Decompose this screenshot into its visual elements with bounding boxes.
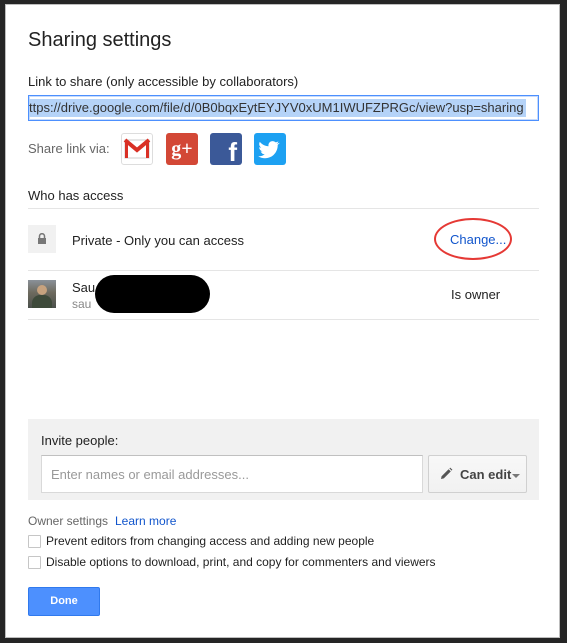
divider <box>28 270 539 271</box>
share-link-via-label: Share link via: <box>28 141 110 156</box>
prevent-editors-checkbox[interactable] <box>28 535 41 548</box>
permission-label: Can edit <box>460 467 512 482</box>
done-button[interactable]: Done <box>28 587 100 616</box>
invite-people-label: Invite people: <box>41 433 119 448</box>
sharing-settings-dialog: Sharing settings Link to share (only acc… <box>5 4 560 638</box>
facebook-icon[interactable]: f <box>210 133 242 165</box>
owner-email: sau <box>72 297 92 311</box>
share-link-url: ttps://drive.google.com/file/d/0B0bqxEyt… <box>29 99 526 117</box>
learn-more-link[interactable]: Learn more <box>115 514 176 528</box>
owner-settings-label: Owner settings <box>28 514 109 528</box>
divider <box>28 208 539 209</box>
dialog-title: Sharing settings <box>28 29 172 51</box>
share-link-field[interactable]: ttps://drive.google.com/file/d/0B0bqxEyt… <box>28 95 539 121</box>
google-plus-icon[interactable]: g+ <box>166 133 198 165</box>
who-has-access-heading: Who has access <box>28 188 124 203</box>
disable-download-label: Disable options to download, print, and … <box>46 555 436 569</box>
divider <box>28 319 539 320</box>
redaction-mark <box>95 275 210 313</box>
avatar <box>28 280 56 308</box>
invite-people-panel: Invite people: Can edit <box>28 419 539 500</box>
access-visibility-text: Private - Only you can access <box>72 233 244 248</box>
twitter-icon[interactable] <box>254 133 286 165</box>
chevron-down-icon <box>512 474 520 478</box>
lock-icon <box>28 225 56 253</box>
owner-role: Is owner <box>451 287 501 302</box>
pencil-icon <box>441 467 453 479</box>
invite-people-input[interactable] <box>41 455 423 493</box>
owner-name: Sau <box>72 280 96 295</box>
change-access-link[interactable]: Change... <box>450 232 506 247</box>
link-to-share-label: Link to share (only accessible by collab… <box>28 74 299 89</box>
gmail-icon[interactable] <box>121 133 153 165</box>
disable-download-checkbox[interactable] <box>28 556 41 569</box>
permission-dropdown[interactable]: Can edit <box>428 455 527 493</box>
prevent-editors-label: Prevent editors from changing access and… <box>46 534 375 548</box>
